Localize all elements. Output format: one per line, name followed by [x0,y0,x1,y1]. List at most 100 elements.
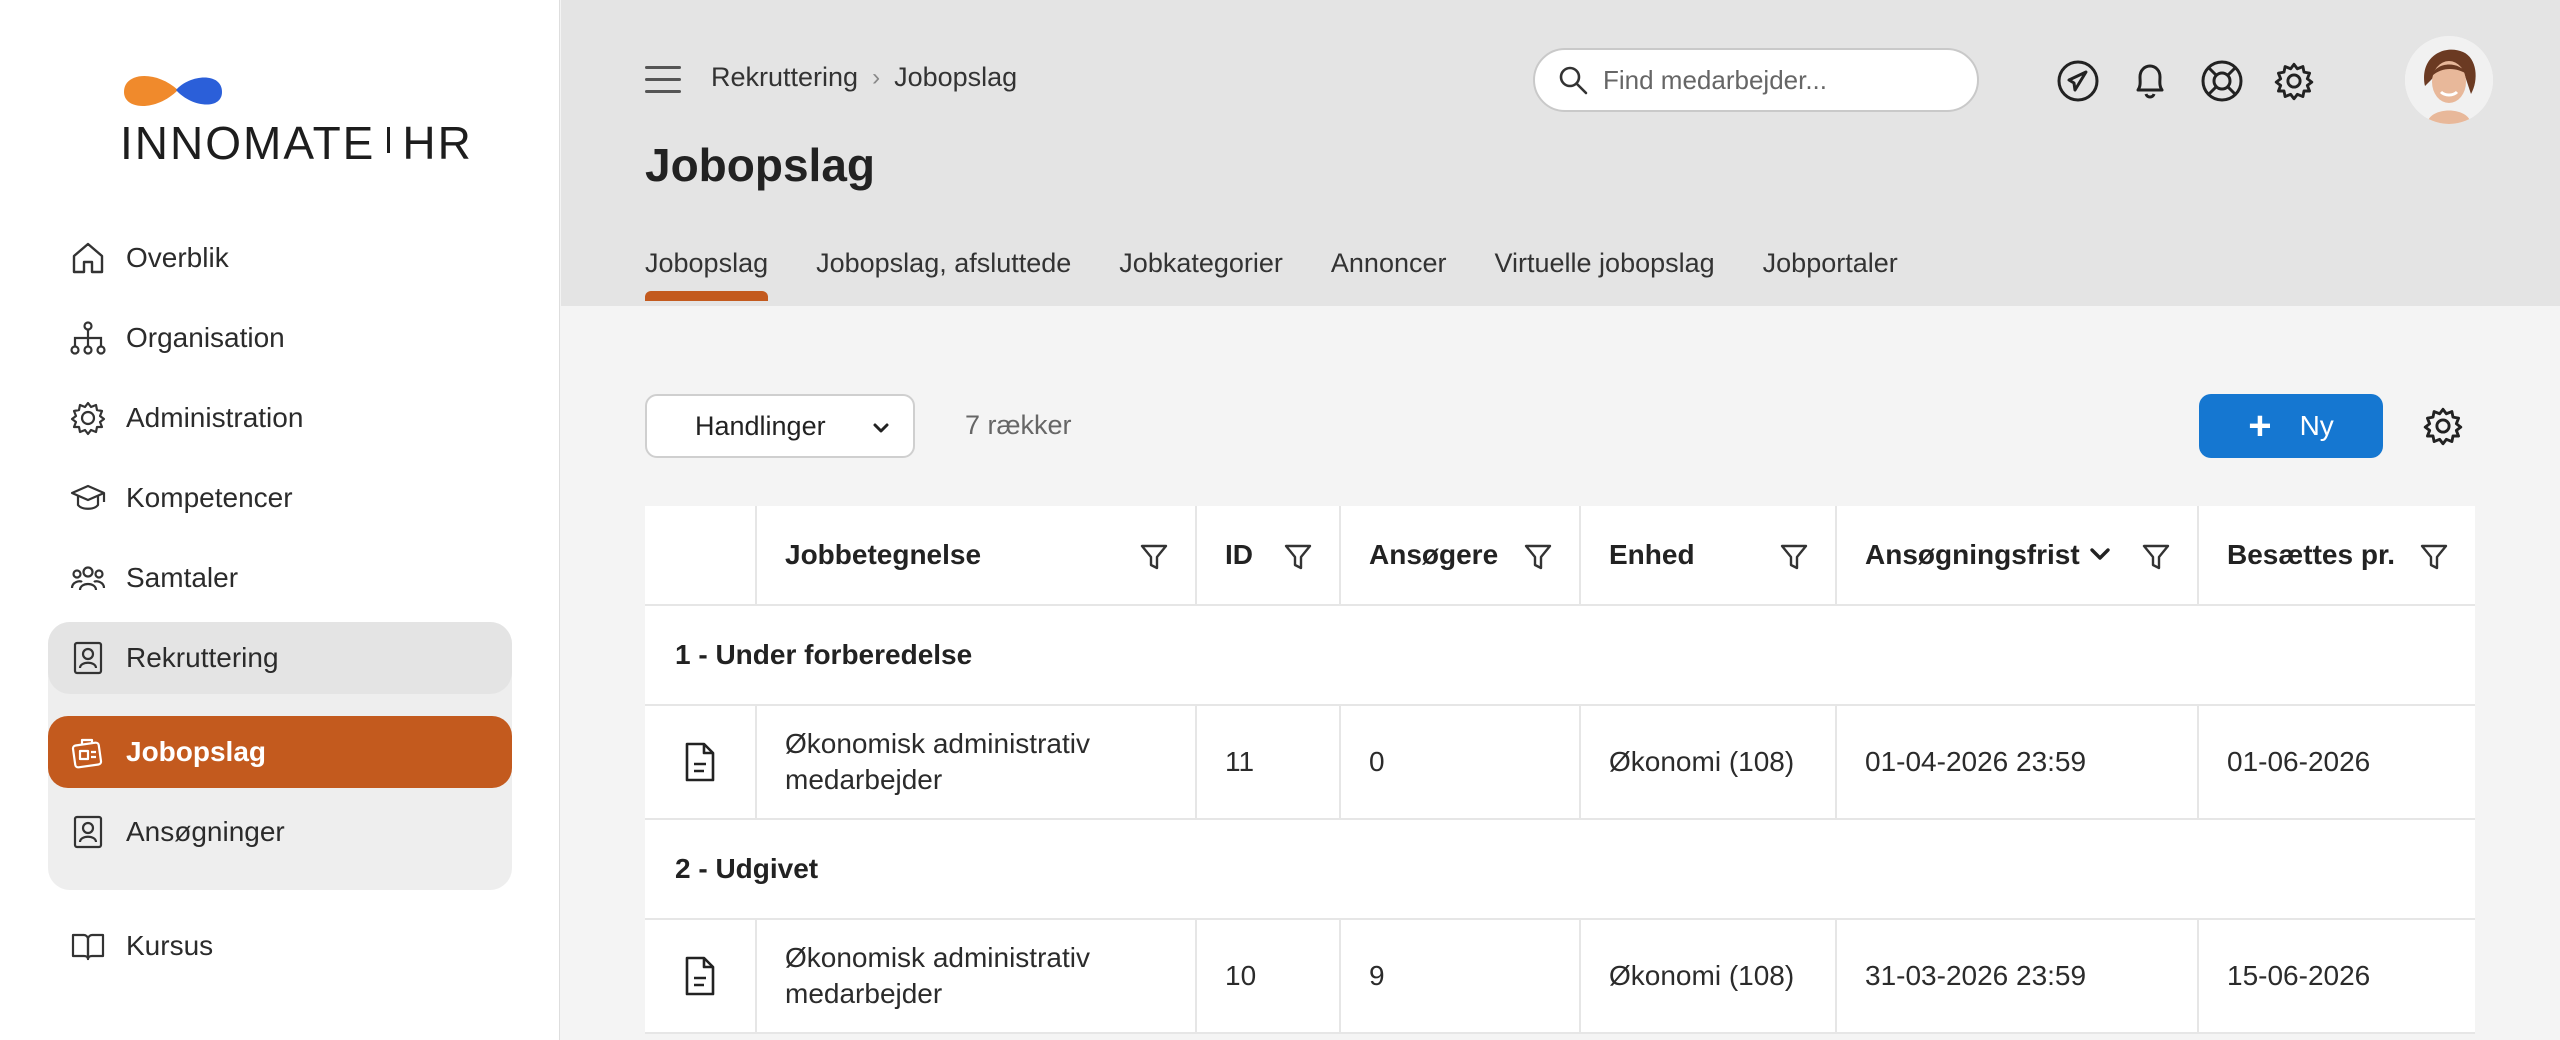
plus-icon: + [2248,404,2272,448]
sidebar-item-ansoegninger[interactable]: Ansøgninger [48,796,512,868]
sidebar-item-jobopslag[interactable]: Jobopslag [48,716,512,788]
column-header-enhed[interactable]: Enhed [1581,506,1837,604]
cell-ansoegere: 9 [1341,920,1581,1032]
header-icon-column [645,506,757,604]
table-header-row: Jobbetegnelse ID Ansøgere Enhed Ansøgnin… [645,506,2475,606]
main-content: Handlinger 7 rækker + Ny Jobbetegnelse I… [561,306,2560,1040]
job-title-line2: medarbejder [785,764,943,795]
id-badge-icon [73,641,103,675]
bell-icon[interactable] [2127,58,2173,104]
cell-jobbetegnelse: Økonomisk administrativ medarbejder [757,920,1197,1032]
sidebar-item-label: Kursus [126,930,214,961]
sidebar-item-kompetencer[interactable]: Kompetencer [48,462,512,534]
search-input[interactable] [1603,64,1953,96]
job-title-line1: Økonomisk administrativ [785,942,1090,973]
filter-icon[interactable] [2419,542,2449,572]
column-header-label: Jobbetegnelse [785,539,982,570]
column-header-besaettes-pr[interactable]: Besættes pr. [2199,506,2475,604]
gear-icon [70,401,106,436]
column-header-label: Ansøgere [1369,539,1499,570]
cell-enhed: Økonomi (108) [1581,920,1837,1032]
home-icon [72,242,104,274]
column-header-ansoegningsfrist[interactable]: Ansøgningsfrist [1837,506,2199,604]
table-settings-gear-icon[interactable] [2423,406,2463,446]
sidebar-item-label: Ansøgninger [126,816,285,847]
row-icon-cell [645,706,757,818]
breadcrumb-item-rekruttering[interactable]: Rekruttering [711,62,858,93]
table-row[interactable]: Økonomisk administrativ medarbejder 11 0 … [645,706,2475,820]
tab-jobkategorier[interactable]: Jobkategorier [1119,248,1283,299]
tab-jobportaler[interactable]: Jobportaler [1763,248,1898,299]
filter-icon[interactable] [1523,542,1553,572]
document-icon [685,742,715,782]
column-header-id[interactable]: ID [1197,506,1341,604]
filter-icon[interactable] [1139,542,1169,572]
sort-descending-icon[interactable] [2089,546,2111,564]
sidebar-item-label: Organisation [126,322,285,353]
logo-wordmark: INNOMATE HR [120,116,473,170]
cell-besaettes-pr: 15-06-2026 [2227,960,2371,991]
actions-label: Handlinger [695,410,826,441]
new-button[interactable]: + Ny [2199,394,2383,458]
cell-ansoegere: 0 [1341,706,1581,818]
sidebar-item-rekruttering[interactable]: Rekruttering [48,622,512,694]
tab-jobopslag[interactable]: Jobopslag [645,248,769,301]
settings-gear-icon[interactable] [2271,58,2317,104]
job-title-line1: Økonomisk administrativ [785,728,1090,759]
sidebar-item-overblik[interactable]: Overblik [48,222,512,294]
sidebar-item-label: Administration [126,402,304,433]
tab-jobopslag-afsluttede[interactable]: Jobopslag, afsluttede [816,248,1071,299]
people-icon [70,566,106,591]
sidebar-item-label: Rekruttering [126,642,279,673]
chevron-right-icon: › [872,63,881,91]
tab-annoncer[interactable]: Annoncer [1331,248,1447,299]
cell-jobbetegnelse: Økonomisk administrativ medarbejder [757,706,1197,818]
sidebar-item-label: Samtaler [126,562,239,593]
column-header-label: Enhed [1609,539,1695,570]
row-icon-cell [645,920,757,1032]
table-row[interactable]: Økonomisk administrativ medarbejder 10 9 … [645,920,2475,1034]
cell-id: 11 [1197,706,1341,818]
chevron-down-icon [873,423,889,433]
menu-toggle-icon[interactable] [645,66,681,94]
page-header: Rekruttering › Jobopslag Jobopslag [561,0,2560,306]
new-button-label: Ny [2299,410,2334,441]
page-title: Jobopslag [645,139,876,191]
document-icon [685,956,715,996]
group-row-udgivet[interactable]: 2 - Udgivet [645,820,2475,920]
filter-icon[interactable] [2141,542,2171,572]
sidebar-item-organisation[interactable]: Organisation [48,302,512,374]
search-box[interactable] [1533,48,1979,112]
sidebar: INNOMATE HR Overblik Organisation Adminis… [0,0,560,1040]
cell-id: 10 [1197,920,1341,1032]
row-count: 7 rækker [965,410,1072,440]
sidebar-item-kursus[interactable]: Kursus [48,910,512,982]
search-icon [1559,66,1588,95]
cell-enhed: Økonomi (108) [1581,706,1837,818]
filter-icon[interactable] [1283,542,1313,572]
tab-virtuelle-jobopslag[interactable]: Virtuelle jobopslag [1495,248,1715,299]
sidebar-nav: Overblik Organisation Administration Kom… [48,222,512,982]
navigation-icon[interactable] [2055,58,2101,104]
filter-icon[interactable] [1779,542,1809,572]
job-posting-icon [71,738,103,769]
org-chart-icon [70,321,106,355]
column-header-ansoegere[interactable]: Ansøgere [1341,506,1581,604]
sidebar-item-label: Jobopslag [126,736,267,767]
sidebar-group-rekruttering: Rekruttering Jobopslag Ansøgninger [48,622,512,890]
user-avatar[interactable] [2405,36,2493,124]
cell-ansoegningsfrist: 31-03-2026 23:59 [1837,920,2199,1032]
logo-text-left: INNOMATE [120,117,376,169]
logo-text-right: HR [402,117,473,169]
breadcrumb-item-current: Jobopslag [894,62,1018,92]
sidebar-item-samtaler[interactable]: Samtaler [48,542,512,614]
actions-dropdown[interactable]: Handlinger [645,394,915,458]
column-header-jobbetegnelse[interactable]: Jobbetegnelse [757,506,1197,604]
lifebuoy-icon[interactable] [2199,58,2245,104]
header-icons [2055,58,2343,104]
column-header-label: Besættes pr. [2227,539,2396,570]
sidebar-item-administration[interactable]: Administration [48,382,512,454]
id-badge-icon [73,815,103,849]
book-icon [71,933,105,961]
group-row-under-forberedelse[interactable]: 1 - Under forberedelse [645,606,2475,706]
